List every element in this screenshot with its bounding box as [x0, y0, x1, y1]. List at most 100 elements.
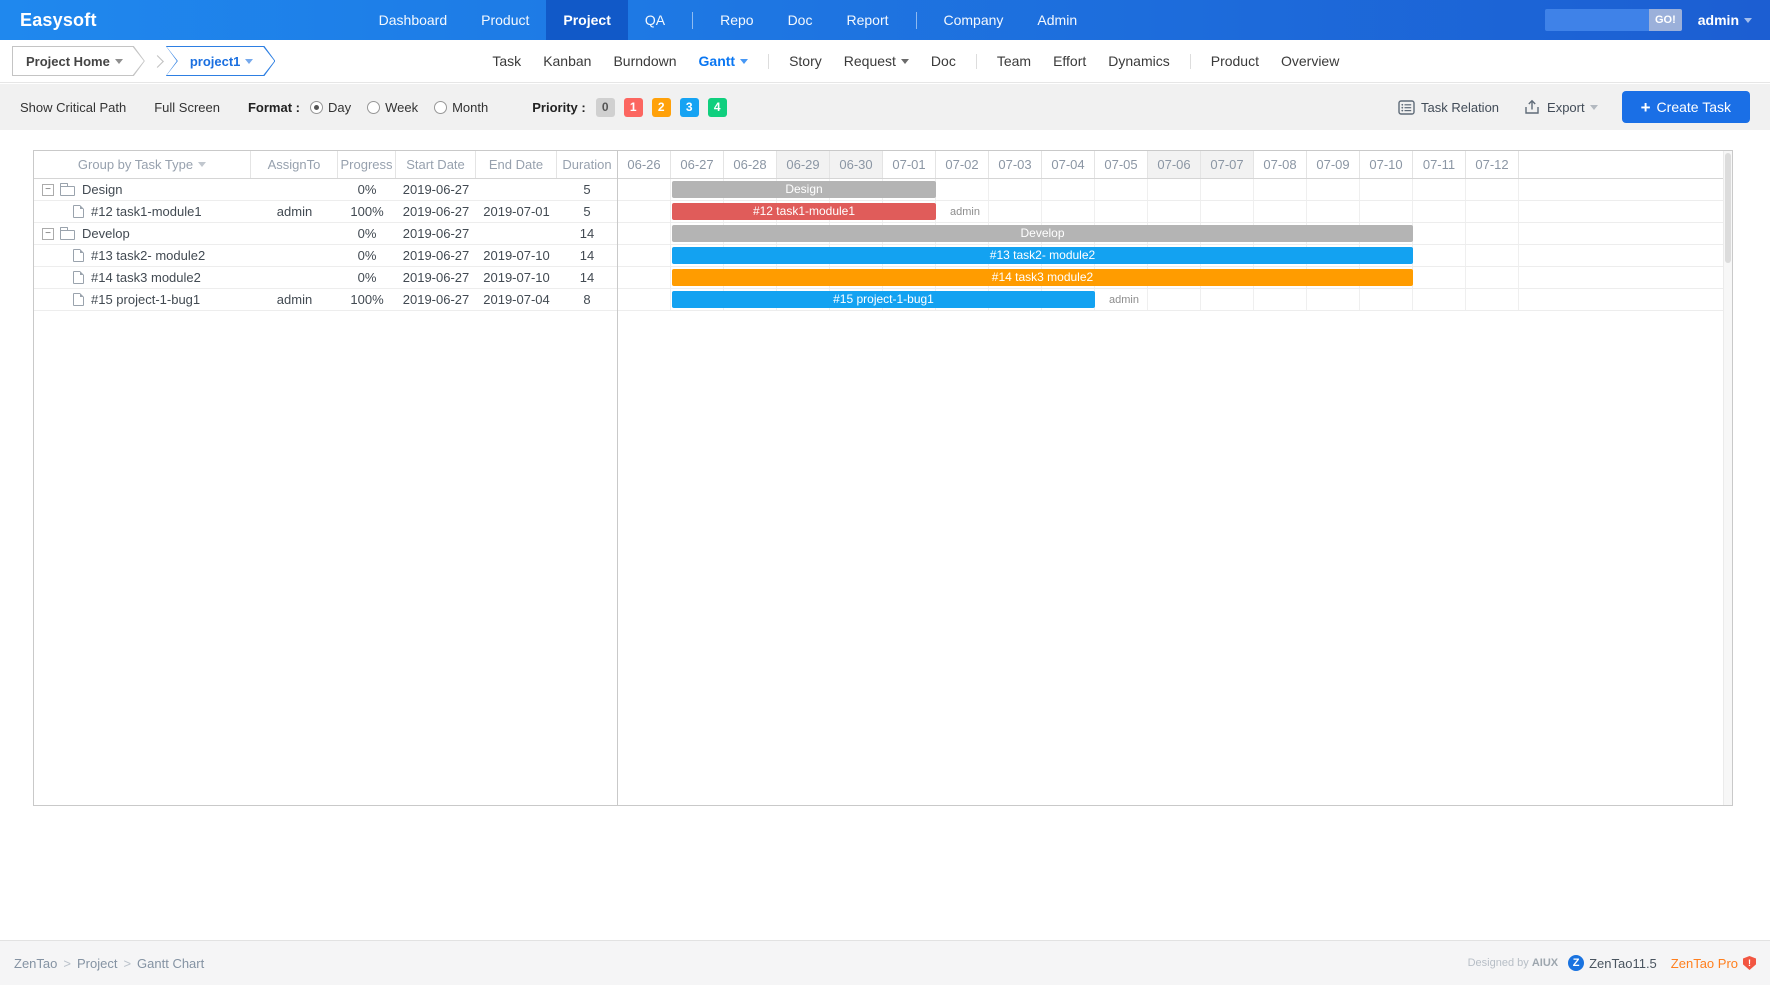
grid-header-group-by-task-type[interactable]: Group by Task Type [34, 151, 251, 178]
cell-end [476, 223, 557, 244]
search-box: GO! [1545, 9, 1682, 31]
search-go-button[interactable]: GO! [1649, 9, 1682, 31]
cell-progress: 0% [338, 223, 396, 244]
priority-chips: 01234 [596, 98, 736, 117]
tab-team[interactable]: Team [986, 40, 1042, 82]
task-name-cell[interactable]: #15 project-1-bug1 [34, 289, 251, 310]
grid-row: −Develop0%2019-06-2714 [34, 223, 617, 245]
cell-duration: 14 [557, 267, 617, 288]
gantt-bar--12-task1-module1[interactable]: #12 task1-module1 [672, 203, 936, 220]
current-project-dropdown[interactable]: project1 [166, 46, 276, 76]
task-name-cell[interactable]: #14 task3 module2 [34, 267, 251, 288]
export-button[interactable]: Export [1523, 99, 1598, 115]
grid-row: #13 task2- module20%2019-06-272019-07-10… [34, 245, 617, 267]
chart-row: #12 task1-module1admin [618, 201, 1732, 223]
cell-progress: 0% [338, 267, 396, 288]
priority-chip-4[interactable]: 4 [708, 98, 727, 117]
chart-rows: Design#12 task1-module1adminDevelop#13 t… [618, 179, 1732, 311]
bar-assignee-label: admin [1109, 289, 1139, 311]
gantt-bar--15-project-1-bug1[interactable]: #15 project-1-bug1 [672, 291, 1095, 308]
file-icon [73, 205, 84, 218]
cell-start: 2019-06-27 [396, 223, 476, 244]
nav-item-project[interactable]: Project [546, 0, 627, 40]
zentao-version: ZenTao11.5 [1589, 956, 1657, 971]
format-label: Format : [248, 100, 300, 115]
gantt-bar--14-task3-module2[interactable]: #14 task3 module2 [672, 269, 1413, 286]
grid-row: #15 project-1-bug1admin100%2019-06-27201… [34, 289, 617, 311]
tab-kanban[interactable]: Kanban [532, 40, 602, 82]
collapse-toggle[interactable]: − [42, 184, 54, 196]
grid-header-end-date: End Date [476, 151, 557, 178]
gantt-bar-design[interactable]: Design [672, 181, 936, 198]
radio-icon [367, 101, 380, 114]
tab-product[interactable]: Product [1200, 40, 1270, 82]
create-task-button[interactable]: + Create Task [1622, 91, 1750, 123]
user-menu[interactable]: admin [1698, 12, 1752, 28]
tab-overview[interactable]: Overview [1270, 40, 1350, 82]
tab-dynamics[interactable]: Dynamics [1097, 40, 1180, 82]
breadcrumb: Project Home project1 [12, 46, 275, 76]
gantt-bar-develop[interactable]: Develop [672, 225, 1413, 242]
cell-assign [251, 179, 338, 200]
pro-badge-icon[interactable]: ! [1743, 956, 1756, 970]
cell-duration: 14 [557, 245, 617, 266]
scrollbar-thumb[interactable] [1725, 153, 1731, 263]
task-relation-icon [1398, 100, 1415, 115]
gantt-bar--13-task2-module2[interactable]: #13 task2- module2 [672, 247, 1413, 264]
tab-divider [1190, 54, 1191, 69]
nav-item-product[interactable]: Product [464, 0, 546, 40]
nav-item-doc[interactable]: Doc [771, 0, 830, 40]
cell-start: 2019-06-27 [396, 201, 476, 222]
task-name-cell[interactable]: −Develop [34, 223, 251, 244]
tab-effort[interactable]: Effort [1042, 40, 1097, 82]
vertical-scrollbar[interactable] [1723, 151, 1732, 805]
file-icon [73, 249, 84, 262]
zentao-pro-link[interactable]: ZenTao Pro [1671, 956, 1738, 971]
tab-label: Gantt [699, 40, 736, 82]
full-screen-button[interactable]: Full Screen [154, 100, 220, 115]
grid-header-label: Group by Task Type [78, 157, 193, 172]
project-home-dropdown[interactable]: Project Home [12, 46, 145, 76]
cell-start: 2019-06-27 [396, 267, 476, 288]
footer-crumb-project[interactable]: Project [77, 956, 117, 971]
footer-crumb-gantt-chart[interactable]: Gantt Chart [137, 956, 204, 971]
task-name-cell[interactable]: −Design [34, 179, 251, 200]
folder-icon [60, 230, 75, 240]
nav-item-admin[interactable]: Admin [1020, 0, 1094, 40]
footer-crumb-zentao[interactable]: ZenTao [14, 956, 57, 971]
priority-chip-3[interactable]: 3 [680, 98, 699, 117]
search-input[interactable] [1545, 9, 1649, 31]
tab-gantt[interactable]: Gantt [688, 40, 760, 82]
tab-doc[interactable]: Doc [920, 40, 967, 82]
format-option-label: Month [452, 100, 488, 115]
tab-story[interactable]: Story [778, 40, 833, 82]
file-icon [73, 293, 84, 306]
format-option-day[interactable]: Day [310, 100, 351, 115]
task-name-cell[interactable]: #12 task1-module1 [34, 201, 251, 222]
tab-burndown[interactable]: Burndown [602, 40, 687, 82]
grid-header-label: Progress [340, 157, 392, 172]
nav-item-dashboard[interactable]: Dashboard [362, 0, 465, 40]
cell-end: 2019-07-01 [476, 201, 557, 222]
format-option-month[interactable]: Month [434, 100, 488, 115]
collapse-toggle[interactable]: − [42, 228, 54, 240]
priority-chip-1[interactable]: 1 [624, 98, 643, 117]
brand-logo[interactable]: Easysoft [0, 10, 117, 31]
format-option-week[interactable]: Week [367, 100, 418, 115]
priority-chip-2[interactable]: 2 [652, 98, 671, 117]
nav-item-report[interactable]: Report [829, 0, 905, 40]
folder-icon [60, 186, 75, 196]
tab-request[interactable]: Request [833, 40, 920, 82]
nav-item-company[interactable]: Company [927, 0, 1021, 40]
designed-by-label: Designed by [1468, 957, 1529, 969]
cell-end: 2019-07-10 [476, 245, 557, 266]
project-tabs: TaskKanbanBurndown Gantt StoryRequestDoc Te… [481, 40, 1350, 82]
priority-chip-0[interactable]: 0 [596, 98, 615, 117]
show-critical-path-button[interactable]: Show Critical Path [20, 100, 126, 115]
task-relation-button[interactable]: Task Relation [1398, 100, 1499, 115]
task-name-cell[interactable]: #13 task2- module2 [34, 245, 251, 266]
nav-item-repo[interactable]: Repo [703, 0, 770, 40]
nav-item-qa[interactable]: QA [628, 0, 682, 40]
date-header-07-11: 07-11 [1413, 151, 1466, 178]
tab-task[interactable]: Task [481, 40, 532, 82]
